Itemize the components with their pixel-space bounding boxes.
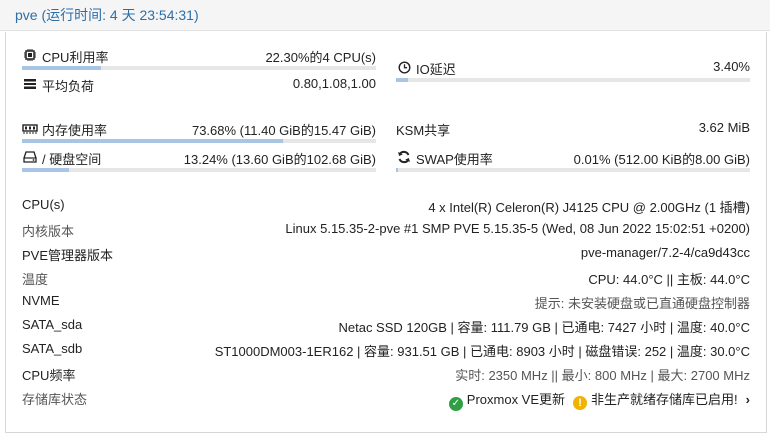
info-row-sata-sda: SATA_sda Netac SSD 120GB | 容量: 111.79 GB…	[22, 315, 750, 335]
repository-ok-text: Proxmox VE更新	[466, 392, 566, 407]
swap-usage-label: SWAP使用率	[416, 152, 493, 167]
disk-usage-bar-fill	[22, 168, 69, 172]
disk-usage-bar	[22, 168, 376, 172]
info-key: 温度	[22, 272, 49, 287]
refresh-icon	[396, 150, 412, 164]
info-key: PVE管理器版本	[22, 248, 114, 263]
info-row-nvme: NVME 提示: 未安装硬盘或已直通硬盘控制器	[22, 291, 750, 311]
repository-status-value: ✓ Proxmox VE更新! 非生产就绪存储库已启用! ›	[448, 389, 750, 411]
info-key: NVME	[22, 293, 60, 308]
info-value: ST1000DM003-1ER162 | 容量: 931.51 GB | 已通电…	[214, 344, 750, 359]
panel-header: pve (运行时间: 4 天 23:54:31)	[0, 0, 770, 31]
info-key: CPU(s)	[22, 197, 65, 212]
swap-usage-value: 0.01% (512.00 KiB的8.00 GiB)	[573, 152, 750, 167]
status-panel: CPU利用率 22.30%的4 CPU(s) 平均负荷 0.80,1.08,1.…	[5, 32, 767, 433]
swap-usage-bar-fill	[396, 168, 398, 172]
info-key: 内核版本	[22, 224, 75, 239]
cpu-usage-bar	[22, 66, 376, 70]
info-key: 存储库状态	[22, 392, 88, 407]
cpu-usage-stat: CPU利用率 22.30%的4 CPU(s)	[22, 45, 376, 65]
tasks-icon	[22, 77, 38, 91]
info-row-cpu-frequency: CPU频率 实时: 2350 MHz || 最小: 800 MHz | 最大: …	[22, 363, 750, 383]
hdd-icon	[22, 150, 38, 164]
cpu-usage-value: 22.30%的4 CPU(s)	[265, 50, 376, 65]
info-value: 4 x Intel(R) Celeron(R) J4125 CPU @ 2.00…	[428, 200, 750, 215]
swap-usage-stat: SWAP使用率 0.01% (512.00 KiB的8.00 GiB)	[396, 147, 750, 167]
info-row-pve-version: PVE管理器版本 pve-manager/7.2-4/ca9d43cc	[22, 243, 750, 263]
disk-usage-value: 13.24% (13.60 GiB的102.68 GiB)	[183, 152, 376, 167]
info-row-kernel: 内核版本 Linux 5.15.35-2-pve #1 SMP PVE 5.15…	[22, 219, 750, 239]
info-row-temperature: 温度 CPU: 44.0°C || 主板: 44.0°C	[22, 267, 750, 287]
info-row-sata-sdb: SATA_sdb ST1000DM003-1ER162 | 容量: 931.51…	[22, 339, 750, 359]
disk-usage-label: / 硬盘空间	[42, 152, 102, 167]
io-delay-value: 3.40%	[713, 59, 750, 74]
load-average-label: 平均负荷	[42, 79, 95, 94]
cpu-chip-icon	[22, 48, 38, 62]
info-row-cpu-model: CPU(s) 4 x Intel(R) Celeron(R) J4125 CPU…	[22, 195, 750, 215]
memory-usage-bar-fill	[22, 139, 283, 143]
info-key: SATA_sda	[22, 317, 83, 332]
memory-usage-label: 内存使用率	[42, 123, 108, 138]
check-circle-icon: ✓	[448, 397, 463, 411]
info-value: CPU: 44.0°C || 主板: 44.0°C	[588, 272, 750, 287]
info-row-repository-status: 存储库状态 ✓ Proxmox VE更新! 非生产就绪存储库已启用! ›	[22, 387, 750, 411]
exclamation-circle-icon: !	[573, 396, 588, 410]
cpu-usage-label: CPU利用率	[42, 50, 109, 65]
info-value: 提示: 未安装硬盘或已直通硬盘控制器	[534, 296, 750, 311]
ksm-shared-value: 3.62 MiB	[698, 120, 750, 135]
cpu-usage-bar-fill	[22, 66, 101, 70]
info-value: pve-manager/7.2-4/ca9d43cc	[580, 245, 750, 260]
info-value: Linux 5.15.35-2-pve #1 SMP PVE 5.15.35-5…	[285, 221, 750, 236]
chevron-right-icon[interactable]: ›	[746, 392, 750, 407]
info-value: 实时: 2350 MHz || 最小: 800 MHz | 最大: 2700 M…	[455, 368, 750, 383]
io-delay-label: IO延迟	[416, 62, 456, 77]
io-delay-bar	[396, 78, 750, 82]
io-delay-stat: IO延迟 3.40%	[396, 57, 750, 77]
ksm-shared-label: KSM共享	[396, 123, 451, 138]
clock-icon	[396, 60, 412, 74]
memory-icon	[22, 121, 38, 135]
memory-usage-stat: 内存使用率 73.68% (11.40 GiB的15.47 GiB)	[22, 118, 376, 138]
load-average-stat: 平均负荷 0.80,1.08,1.00	[22, 74, 376, 94]
info-key: CPU频率	[22, 368, 76, 383]
swap-usage-bar	[396, 168, 750, 172]
repository-warn-text: 非生产就绪存储库已启用!	[591, 392, 738, 407]
load-average-value: 0.80,1.08,1.00	[292, 76, 376, 91]
memory-usage-value: 73.68% (11.40 GiB的15.47 GiB)	[191, 123, 376, 138]
info-value: Netac SSD 120GB | 容量: 111.79 GB | 已通电: 7…	[338, 320, 750, 335]
memory-usage-bar	[22, 139, 376, 143]
node-title: pve (运行时间: 4 天 23:54:31)	[15, 7, 199, 23]
io-delay-bar-fill	[396, 78, 408, 82]
ksm-shared-stat: KSM共享 3.62 MiB	[396, 118, 750, 138]
info-key: SATA_sdb	[22, 341, 83, 356]
disk-usage-stat: / 硬盘空间 13.24% (13.60 GiB的102.68 GiB)	[22, 147, 376, 167]
